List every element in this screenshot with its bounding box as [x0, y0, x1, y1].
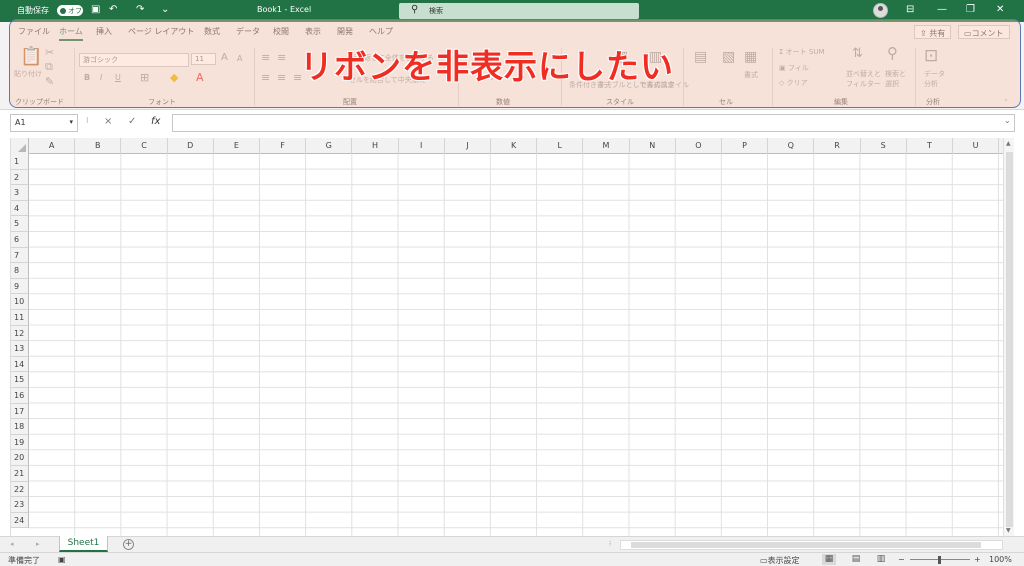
zoom-knob[interactable]	[938, 556, 941, 564]
row-header[interactable]: 3	[11, 185, 29, 201]
minimize-icon[interactable]: —	[937, 4, 947, 15]
scroll-down-icon[interactable]: ▼	[1006, 527, 1011, 534]
column-header[interactable]: I	[399, 138, 445, 154]
column-header[interactable]: B	[75, 138, 122, 154]
autosave-label: 自動保存	[17, 6, 49, 15]
row-header[interactable]: 9	[11, 278, 29, 295]
name-box[interactable]: A1 ▾	[10, 114, 78, 132]
zoom-in-button[interactable]: +	[974, 555, 981, 564]
column-header[interactable]: J	[445, 138, 491, 154]
account-icon[interactable]	[873, 3, 888, 18]
restore-icon[interactable]: ❐	[966, 4, 975, 15]
normal-view-icon[interactable]: ▦	[822, 554, 836, 565]
column-header[interactable]: E	[214, 138, 260, 154]
page-break-view-icon[interactable]: ▥	[874, 554, 888, 565]
column-header[interactable]: T	[907, 138, 953, 154]
row-header[interactable]: 19	[11, 434, 29, 451]
horizontal-scrollbar[interactable]	[620, 540, 1003, 550]
excel-window: 自動保存 オフ ▣ ↶ ↷ ⌄ Book1 - Excel ⚲ 検索 ⊟ — ❐…	[0, 0, 1024, 566]
column-header[interactable]: K	[491, 138, 538, 154]
row-header[interactable]: 20	[11, 450, 29, 466]
scroll-thumb[interactable]	[1006, 152, 1013, 527]
enter-icon[interactable]: ✓	[128, 116, 136, 127]
undo-icon[interactable]: ↶	[109, 4, 117, 15]
save-icon[interactable]: ▣	[91, 4, 100, 15]
macro-record-icon[interactable]: ▣	[58, 555, 66, 564]
worksheet-grid: ABCDEFGHIJKLMNOPQRSTU 1 2 3 4 5 6 7 8 9 10 11 12 13 1…	[10, 138, 1003, 536]
row-header[interactable]: 5	[11, 216, 29, 232]
h-scroll-thumb[interactable]	[631, 542, 981, 548]
column-header[interactable]: F	[260, 138, 307, 154]
formula-input[interactable]	[172, 114, 1015, 132]
sheet-next-icon[interactable]: ▸	[36, 540, 40, 548]
display-icon: ▭	[760, 556, 768, 565]
row-header[interactable]: 4	[11, 200, 29, 217]
column-header[interactable]: N	[630, 138, 676, 154]
row-header[interactable]: 18	[11, 419, 29, 435]
row-header[interactable]: 1	[11, 154, 29, 170]
scroll-up-icon[interactable]: ▲	[1006, 140, 1011, 147]
formula-bar: A1 ▾ ⁝ × ✓ fx ⌄	[0, 110, 1024, 138]
cancel-icon[interactable]: ×	[104, 116, 112, 127]
row-header[interactable]: 13	[11, 341, 29, 357]
search-icon: ⚲	[411, 4, 419, 15]
row-header[interactable]: 10	[11, 294, 29, 310]
column-header[interactable]: A	[29, 138, 76, 154]
column-header[interactable]: S	[861, 138, 907, 154]
row-header[interactable]: 11	[11, 310, 29, 326]
redo-icon[interactable]: ↷	[136, 4, 144, 15]
search-box[interactable]: ⚲ 検索	[399, 3, 639, 19]
chevron-down-icon[interactable]: ▾	[69, 118, 73, 126]
row-header[interactable]: 16	[11, 388, 29, 404]
row-header[interactable]: 15	[11, 372, 29, 388]
column-header[interactable]: U	[953, 138, 1000, 154]
row-header[interactable]: 23	[11, 497, 29, 513]
column-header[interactable]: L	[537, 138, 584, 154]
expand-formula-icon[interactable]: ⌄	[1004, 116, 1011, 125]
autosave-toggle[interactable]: オフ	[57, 5, 83, 16]
zoom-out-button[interactable]: −	[898, 555, 905, 564]
sheet-prev-icon[interactable]: ◂	[10, 540, 14, 548]
split-handle-icon[interactable]: ⁝	[609, 540, 611, 548]
page-layout-view-icon[interactable]: ▤	[849, 554, 863, 565]
more-icon: ⁝	[86, 116, 89, 125]
column-header[interactable]: H	[352, 138, 399, 154]
row-header[interactable]: 2	[11, 169, 29, 186]
column-header[interactable]: Q	[768, 138, 815, 154]
sheet-tab[interactable]: Sheet1	[59, 536, 108, 552]
row-header[interactable]: 22	[11, 481, 29, 498]
add-sheet-button[interactable]: +	[123, 539, 134, 550]
column-header[interactable]: R	[814, 138, 861, 154]
vertical-scrollbar[interactable]: ▲ ▼	[1003, 138, 1014, 536]
ready-status: 準備完了	[8, 556, 40, 565]
row-header[interactable]: 17	[11, 403, 29, 420]
customize-icon[interactable]: ⌄	[161, 4, 169, 15]
insert-function-icon[interactable]: fx	[151, 116, 160, 127]
column-header[interactable]: D	[168, 138, 214, 154]
column-headers: ABCDEFGHIJKLMNOPQRSTU	[11, 138, 1003, 154]
row-header[interactable]: 7	[11, 247, 29, 264]
headline-annotation: リボンを非表示にしたい	[300, 47, 674, 86]
zoom-level[interactable]: 100%	[989, 555, 1012, 564]
display-settings-button[interactable]: ▭表示設定	[760, 555, 800, 566]
search-placeholder: 検索	[429, 7, 443, 15]
row-header[interactable]: 24	[11, 512, 29, 529]
sheet-tab-bar: ◂ ▸ Sheet1 + ⁝	[0, 536, 1024, 552]
row-header[interactable]: 12	[11, 325, 29, 342]
close-icon[interactable]: ✕	[996, 4, 1004, 15]
cell-area[interactable]	[29, 154, 1003, 536]
column-header[interactable]: G	[306, 138, 353, 154]
ribbon-display-icon[interactable]: ⊟	[906, 4, 914, 15]
column-header[interactable]: P	[722, 138, 769, 154]
column-header[interactable]: M	[583, 138, 630, 154]
row-header[interactable]: 21	[11, 466, 29, 482]
row-header[interactable]: 14	[11, 356, 29, 373]
column-header[interactable]: O	[676, 138, 722, 154]
document-title: Book1 - Excel	[257, 5, 312, 14]
column-header[interactable]: C	[121, 138, 168, 154]
select-all-button[interactable]	[11, 138, 29, 154]
status-bar: 準備完了 ▣ ▭表示設定 ▦ ▤ ▥ − + 100%	[0, 552, 1024, 566]
row-header[interactable]: 6	[11, 232, 29, 248]
row-header[interactable]: 8	[11, 263, 29, 279]
